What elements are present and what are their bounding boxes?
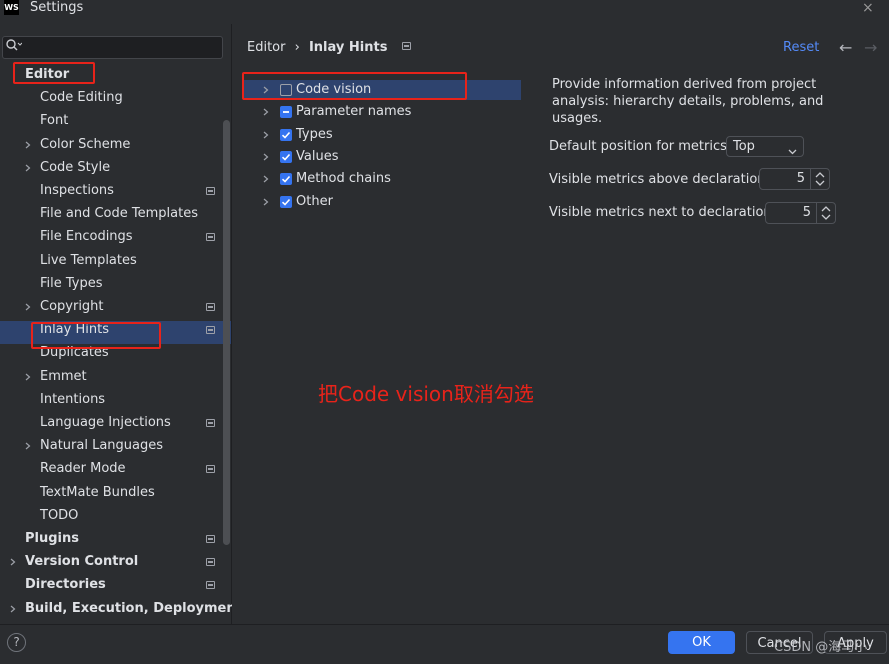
settings-badge-icon [206, 303, 215, 311]
hint-label-parameter-names[interactable]: Parameter names [296, 101, 411, 123]
annotation-text: 把Code vision取消勾选 [318, 382, 534, 406]
default-position-label: Default position for metrics: [549, 139, 732, 154]
sidebar-item-code-style[interactable]: Code Style [40, 157, 110, 179]
sidebar-item-reader-mode[interactable]: Reader Mode [40, 458, 126, 480]
chevron-right-icon[interactable] [262, 153, 270, 161]
search-input[interactable] [2, 36, 223, 59]
title-bar [0, 0, 889, 24]
sidebar-item-directories[interactable]: Directories [25, 574, 106, 596]
sidebar-item-font[interactable]: Font [40, 110, 68, 132]
chevron-right-icon[interactable] [262, 108, 270, 116]
sidebar-item-file-types[interactable]: File Types [40, 273, 103, 295]
breadcrumb-current: Inlay Hints [308, 40, 388, 55]
settings-badge-icon [206, 326, 215, 334]
metrics-above-value: 5 [796, 171, 805, 186]
metrics-next-label: Visible metrics next to declaration: [549, 205, 777, 220]
sidebar-item-build-execution-deployment[interactable]: Build, Execution, Deployment [25, 598, 242, 620]
default-position-value: Top [733, 139, 755, 154]
checkbox-method-chains[interactable] [280, 173, 292, 185]
checkbox-types[interactable] [280, 129, 292, 141]
settings-badge-icon [206, 465, 215, 473]
sidebar-item-file-and-code-templates[interactable]: File and Code Templates [40, 203, 198, 225]
chevron-right-icon[interactable] [24, 164, 32, 172]
sidebar-item-copyright[interactable]: Copyright [40, 296, 104, 318]
sidebar-item-natural-languages[interactable]: Natural Languages [40, 435, 163, 457]
sidebar-item-intentions[interactable]: Intentions [40, 389, 105, 411]
settings-badge-icon [401, 42, 412, 52]
breadcrumb-separator: › [294, 40, 300, 55]
metrics-next-spinner[interactable]: 5 [765, 202, 836, 224]
default-position-dropdown[interactable]: Top [726, 136, 804, 157]
settings-badge-icon [206, 581, 215, 589]
hint-description: Provide information derived from project… [552, 77, 824, 126]
chevron-right-icon[interactable] [9, 605, 17, 613]
sidebar-item-language-injections[interactable]: Language Injections [40, 412, 171, 434]
webstorm-logo-icon: WS [4, 0, 19, 15]
help-icon[interactable]: ? [7, 633, 26, 652]
sidebar-item-emmet[interactable]: Emmet [40, 366, 87, 388]
spinner-arrows-icon[interactable] [816, 203, 835, 223]
sidebar-item-version-control[interactable]: Version Control [25, 551, 138, 573]
chevron-right-icon[interactable] [24, 442, 32, 450]
sidebar-scrollbar[interactable] [223, 120, 230, 545]
ok-button[interactable]: OK [668, 631, 735, 654]
hint-label-types[interactable]: Types [296, 124, 333, 146]
forward-arrow-icon[interactable]: → [864, 38, 877, 57]
sidebar-item-file-encodings[interactable]: File Encodings [40, 226, 133, 248]
breadcrumb-parent[interactable]: Editor [247, 40, 285, 55]
annotation-box-editor [13, 62, 95, 84]
checkbox-parameter-names[interactable] [280, 106, 292, 118]
metrics-next-value: 5 [802, 205, 811, 220]
chevron-right-icon[interactable] [24, 373, 32, 381]
window-title: Settings [30, 0, 84, 15]
chevron-right-icon[interactable] [262, 131, 270, 139]
checkbox-other[interactable] [280, 196, 292, 208]
metrics-above-spinner[interactable]: 5 [759, 168, 830, 190]
chevron-right-icon[interactable] [24, 303, 32, 311]
search-icon [6, 39, 23, 51]
settings-badge-icon [206, 233, 215, 241]
annotation-box-code-vision [242, 72, 467, 100]
metrics-above-label: Visible metrics above declaration: [549, 172, 770, 187]
chevron-down-icon [788, 142, 797, 161]
sidebar-item-todo[interactable]: TODO [40, 505, 78, 527]
settings-badge-icon [206, 535, 215, 543]
watermark: CSDN @海马小 [774, 640, 868, 655]
sidebar-item-textmate-bundles[interactable]: TextMate Bundles [40, 482, 155, 504]
chevron-right-icon[interactable] [9, 558, 17, 566]
hint-label-other[interactable]: Other [296, 191, 333, 213]
close-icon[interactable]: × [862, 0, 874, 16]
settings-badge-icon [206, 419, 215, 427]
breadcrumb: Editor › Inlay Hints [247, 40, 412, 55]
sidebar-item-plugins[interactable]: Plugins [25, 528, 79, 550]
back-arrow-icon[interactable]: ← [839, 38, 852, 57]
hint-label-values[interactable]: Values [296, 146, 338, 168]
settings-badge-icon [206, 187, 215, 195]
settings-badge-icon [206, 558, 215, 566]
checkbox-values[interactable] [280, 151, 292, 163]
sidebar-item-code-editing[interactable]: Code Editing [40, 87, 123, 109]
chevron-right-icon[interactable] [262, 198, 270, 206]
hint-label-method-chains[interactable]: Method chains [296, 168, 391, 190]
sidebar-item-live-templates[interactable]: Live Templates [40, 250, 137, 272]
annotation-box-inlay-hints [31, 322, 161, 349]
reset-link[interactable]: Reset [783, 40, 819, 55]
sidebar-item-inspections[interactable]: Inspections [40, 180, 114, 202]
sidebar-item-color-scheme[interactable]: Color Scheme [40, 134, 130, 156]
spinner-arrows-icon[interactable] [810, 169, 829, 189]
chevron-right-icon[interactable] [262, 175, 270, 183]
chevron-right-icon[interactable] [24, 141, 32, 149]
